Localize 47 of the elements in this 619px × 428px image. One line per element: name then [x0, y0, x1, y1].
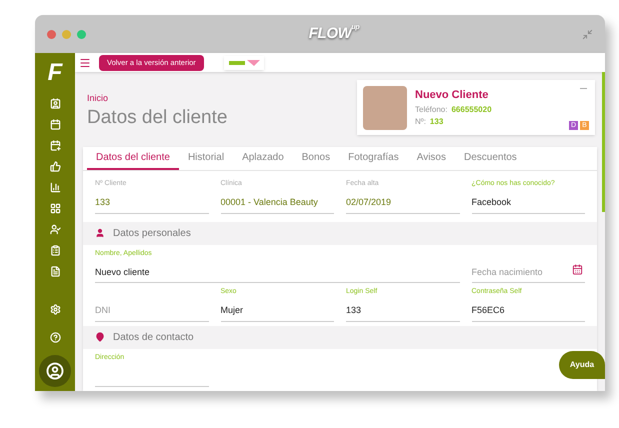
tab[interactable]: Historial [178, 147, 234, 170]
tab[interactable]: Descuentos [455, 147, 526, 170]
input-field[interactable]: DNI [95, 300, 208, 322]
help-button[interactable]: Ayuda [559, 351, 605, 379]
tab[interactable]: Avisos [408, 147, 455, 170]
thumbs-up-icon [50, 160, 60, 172]
calendar-icon [50, 118, 60, 130]
page-title: Datos del cliente [87, 106, 228, 130]
input-field[interactable]: Nuevo cliente [95, 261, 460, 283]
clipboard-icon [50, 244, 60, 256]
app-logo: F [48, 61, 62, 85]
input-field[interactable]: 02/07/2019 [346, 192, 460, 214]
help-icon [50, 332, 60, 342]
user-circle-icon [46, 362, 64, 380]
person-icon [95, 228, 105, 238]
input-field[interactable]: Mujer [220, 300, 334, 322]
tab[interactable]: Bonos [292, 147, 340, 170]
calendar-plus-icon [50, 140, 60, 150]
bar-chart-icon [50, 182, 60, 192]
input-field[interactable]: 133 [346, 300, 460, 322]
section-title: Datos personales [113, 226, 191, 240]
tab[interactable]: Fotografías [339, 147, 408, 170]
calendar-icon[interactable] [572, 264, 583, 274]
settings-icon [50, 304, 60, 314]
contact-card-icon [50, 98, 60, 108]
sidebar-item[interactable] [39, 355, 71, 387]
user-check-icon [50, 224, 60, 234]
client-name: Nuevo Cliente [415, 88, 490, 104]
phone-value: 666555020 [451, 104, 492, 116]
input-field[interactable]: F56EC6 [472, 300, 585, 322]
document-icon [50, 266, 60, 276]
menu-icon[interactable] [79, 56, 91, 68]
number-value: 133 [430, 116, 444, 128]
input-field[interactable]: 00001 - Valencia Beauty [220, 192, 334, 214]
number-label: Nº: [415, 116, 426, 128]
tab[interactable]: Aplazado [233, 147, 293, 170]
breadcrumb-link[interactable]: Inicio [87, 92, 228, 106]
map-pin-icon [95, 332, 105, 342]
input-field[interactable]: Facebook [472, 192, 585, 214]
brand-logo-drawing [224, 56, 264, 70]
photo-placeholder [363, 86, 407, 130]
grid-icon [50, 202, 60, 214]
input-field[interactable]: 133 [95, 192, 208, 214]
tab[interactable]: Datos del cliente [87, 147, 179, 170]
phone-label: Teléfono: [415, 104, 448, 116]
date-field[interactable]: Fecha nacimiento [472, 261, 585, 283]
section-title: Datos de contacto [113, 330, 194, 344]
